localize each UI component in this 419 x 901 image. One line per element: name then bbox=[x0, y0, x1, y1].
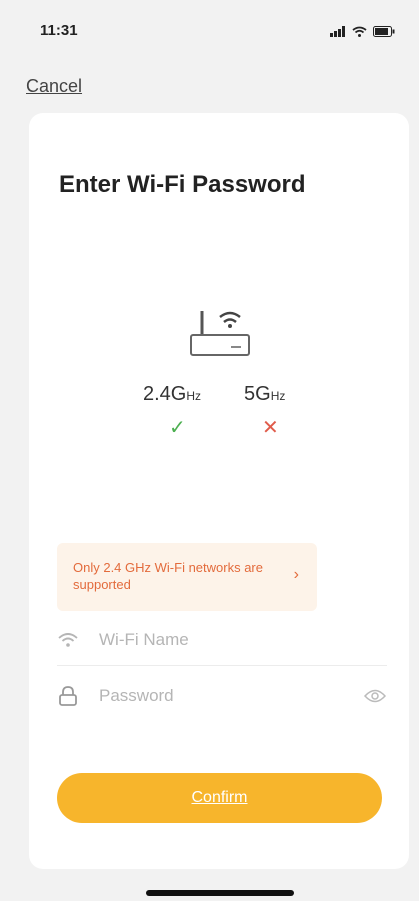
wifi-icon bbox=[57, 629, 79, 651]
wifi-status-icon bbox=[352, 24, 367, 42]
eye-icon[interactable] bbox=[363, 689, 387, 703]
status-icons bbox=[330, 24, 395, 42]
router-icon bbox=[187, 303, 251, 372]
wifi-name-input[interactable] bbox=[97, 629, 387, 651]
password-row bbox=[57, 671, 387, 721]
home-indicator bbox=[146, 890, 294, 896]
check-icon: ✓ bbox=[169, 417, 186, 439]
wifi-password-card: Enter Wi-Fi Password 2.4GHz 5GHz ✓ ✕ Onl… bbox=[29, 113, 409, 869]
band-5ghz-label: 5GHz bbox=[244, 383, 286, 405]
band-support-illustration: 2.4GHz 5GHz ✓ ✕ bbox=[29, 303, 409, 443]
status-time: 11:31 bbox=[40, 22, 78, 39]
page-title: Enter Wi-Fi Password bbox=[59, 171, 306, 198]
status-bar: 11:31 bbox=[0, 0, 419, 60]
password-input[interactable] bbox=[97, 685, 363, 707]
band-support-notice[interactable]: Only 2.4 GHz Wi-Fi networks are supporte… bbox=[57, 543, 317, 611]
cross-icon: ✕ bbox=[262, 417, 279, 439]
cancel-link[interactable]: Cancel bbox=[26, 76, 82, 97]
confirm-button[interactable]: Confirm bbox=[57, 773, 382, 823]
battery-icon bbox=[373, 24, 395, 42]
lock-icon bbox=[57, 685, 79, 707]
wifi-name-row bbox=[57, 615, 387, 666]
notice-text: Only 2.4 GHz Wi-Fi networks are supporte… bbox=[73, 560, 263, 592]
signal-icon bbox=[330, 24, 346, 42]
band-2-4ghz-label: 2.4GHz bbox=[143, 383, 202, 405]
chevron-right-icon: › bbox=[293, 566, 299, 583]
